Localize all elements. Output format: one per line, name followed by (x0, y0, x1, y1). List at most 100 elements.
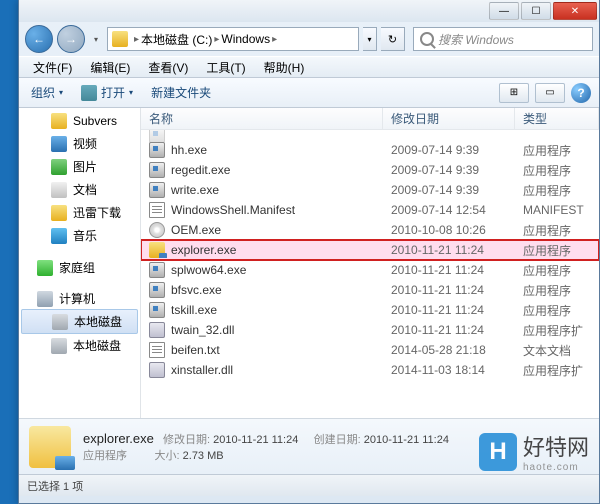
toolbar: 组织 ▾ 打开 ▾ 新建文件夹 ⊞ ▭ ? (19, 78, 599, 108)
column-date[interactable]: 修改日期 (383, 108, 515, 129)
details-size-label: 大小: (155, 450, 180, 462)
file-date-cell: 2010-11-21 11:24 (383, 243, 515, 257)
details-pane: explorer.exe 修改日期: 2010-11-21 11:24 创建日期… (19, 418, 599, 474)
sidebar-item-label: 迅雷下载 (73, 204, 121, 221)
details-created-label: 创建日期: (314, 434, 361, 446)
column-headers: 名称 修改日期 类型 (141, 108, 599, 130)
drive-icon (52, 314, 68, 330)
file-name-cell: WindowsShell.Manifest (141, 202, 383, 218)
close-button[interactable]: ✕ (553, 2, 597, 20)
menu-tools[interactable]: 工具(T) (198, 57, 253, 78)
column-type[interactable]: 类型 (515, 108, 599, 129)
table-row[interactable]: splwow64.exe2010-11-21 11:24应用程序 (141, 260, 599, 280)
search-icon (420, 32, 434, 46)
breadcrumb-drive[interactable]: 本地磁盘 (C:) (141, 31, 212, 48)
address-bar[interactable]: ▸ 本地磁盘 (C:) ▸ Windows ▸ (107, 27, 359, 51)
file-icon (149, 202, 165, 218)
maximize-button[interactable]: ☐ (521, 2, 551, 20)
table-row[interactable]: beifen.txt2014-05-28 21:18文本文档 (141, 340, 599, 360)
sidebar-local-disk-2[interactable]: 本地磁盘 (19, 334, 140, 357)
details-size-value: 2.73 MB (183, 450, 224, 462)
file-list: 名称 修改日期 类型 hh.exe2009-07-14 9:39应用程序rege… (141, 108, 599, 418)
computer-icon (37, 291, 53, 307)
table-row[interactable]: hh.exe2009-07-14 9:39应用程序 (141, 140, 599, 160)
search-placeholder: 搜索 Windows (438, 31, 514, 48)
menu-help[interactable]: 帮助(H) (256, 57, 313, 78)
file-type-cell: 应用程序 (515, 162, 599, 179)
file-icon (149, 362, 165, 378)
sidebar-item[interactable]: 图片 (19, 155, 140, 178)
explorer-window: — ☐ ✕ ← → ▾ ▸ 本地磁盘 (C:) ▸ Windows ▸ ▾ ↻ … (18, 0, 600, 504)
organize-button[interactable]: 组织 ▾ (27, 82, 67, 103)
file-name-cell: twain_32.dll (141, 322, 383, 338)
sidebar-item-icon (51, 136, 67, 152)
file-date-cell: 2009-07-14 9:39 (383, 183, 515, 197)
status-text: 已选择 1 项 (27, 478, 83, 494)
table-row[interactable]: xinstaller.dll2014-11-03 18:14应用程序扩 (141, 360, 599, 380)
sidebar-item[interactable]: 音乐 (19, 224, 140, 247)
sidebar-item-icon (51, 205, 67, 221)
sidebar-item-label: 图片 (73, 158, 97, 175)
forward-button[interactable]: → (57, 25, 85, 53)
breadcrumb-sep: ▸ (272, 34, 277, 45)
drive-icon (112, 31, 128, 47)
sidebar-computer[interactable]: 计算机 (19, 286, 140, 309)
breadcrumb-sep: ▸ (214, 34, 219, 45)
file-date-cell: 2009-07-14 12:54 (383, 203, 515, 217)
sidebar-item[interactable]: Subvers (19, 110, 140, 132)
file-date-cell: 2009-07-14 9:39 (383, 163, 515, 177)
table-row[interactable]: regedit.exe2009-07-14 9:39应用程序 (141, 160, 599, 180)
sidebar-item-label: 音乐 (73, 227, 97, 244)
file-type-cell: 应用程序 (515, 242, 599, 259)
help-button[interactable]: ? (571, 83, 591, 103)
table-row[interactable]: tskill.exe2010-11-21 11:24应用程序 (141, 300, 599, 320)
details-type: 应用程序 (83, 450, 127, 462)
new-folder-button[interactable]: 新建文件夹 (147, 82, 215, 103)
minimize-button[interactable]: — (489, 2, 519, 20)
status-bar: 已选择 1 项 (19, 474, 599, 496)
sidebar-local-disk[interactable]: 本地磁盘 (21, 309, 138, 334)
sidebar-item[interactable]: 迅雷下载 (19, 201, 140, 224)
open-button[interactable]: 打开 ▾ (77, 82, 137, 103)
table-row[interactable]: WindowsShell.Manifest2009-07-14 12:54MAN… (141, 200, 599, 220)
column-name[interactable]: 名称 (141, 108, 383, 129)
sidebar: Subvers 视频图片文档迅雷下载音乐 家庭组 计算机 本地磁盘 本地磁盘 (19, 108, 141, 418)
file-name-cell: bfsvc.exe (141, 282, 383, 298)
sidebar-item-label: 视频 (73, 135, 97, 152)
open-icon (81, 85, 97, 101)
back-button[interactable]: ← (25, 25, 53, 53)
table-row[interactable]: explorer.exe2010-11-21 11:24应用程序 (141, 240, 599, 260)
search-input[interactable]: 搜索 Windows (413, 27, 593, 51)
nav-history-dropdown[interactable]: ▾ (89, 29, 103, 49)
sidebar-item-icon (51, 228, 67, 244)
breadcrumb-folder[interactable]: Windows (221, 32, 270, 46)
titlebar: — ☐ ✕ (19, 0, 599, 22)
file-name-cell: beifen.txt (141, 342, 383, 358)
menu-view[interactable]: 查看(V) (140, 57, 196, 78)
file-icon (149, 142, 165, 158)
menu-edit[interactable]: 编辑(E) (82, 57, 138, 78)
address-dropdown[interactable]: ▾ (363, 27, 377, 51)
menu-file[interactable]: 文件(F) (25, 57, 80, 78)
sidebar-item[interactable]: 视频 (19, 132, 140, 155)
table-row[interactable]: write.exe2009-07-14 9:39应用程序 (141, 180, 599, 200)
preview-pane-button[interactable]: ▭ (535, 83, 565, 103)
view-mode-button[interactable]: ⊞ (499, 83, 529, 103)
table-row[interactable]: bfsvc.exe2010-11-21 11:24应用程序 (141, 280, 599, 300)
table-row[interactable]: OEM.exe2010-10-08 10:26应用程序 (141, 220, 599, 240)
table-row[interactable]: twain_32.dll2010-11-21 11:24应用程序扩 (141, 320, 599, 340)
file-type-cell: 应用程序 (515, 282, 599, 299)
homegroup-icon (37, 260, 53, 276)
breadcrumb-sep: ▸ (134, 34, 139, 45)
file-name-cell: regedit.exe (141, 162, 383, 178)
sidebar-item-label: Subvers (73, 114, 117, 128)
details-created-value: 2010-11-21 11:24 (364, 434, 449, 446)
details-modified-value: 2010-11-21 11:24 (213, 434, 298, 446)
table-row[interactable] (141, 130, 599, 140)
refresh-button[interactable]: ↻ (381, 27, 405, 51)
sidebar-homegroup[interactable]: 家庭组 (19, 255, 140, 278)
file-name-cell: hh.exe (141, 142, 383, 158)
sidebar-item-label: 文档 (73, 181, 97, 198)
sidebar-item[interactable]: 文档 (19, 178, 140, 201)
file-name-cell: tskill.exe (141, 302, 383, 318)
